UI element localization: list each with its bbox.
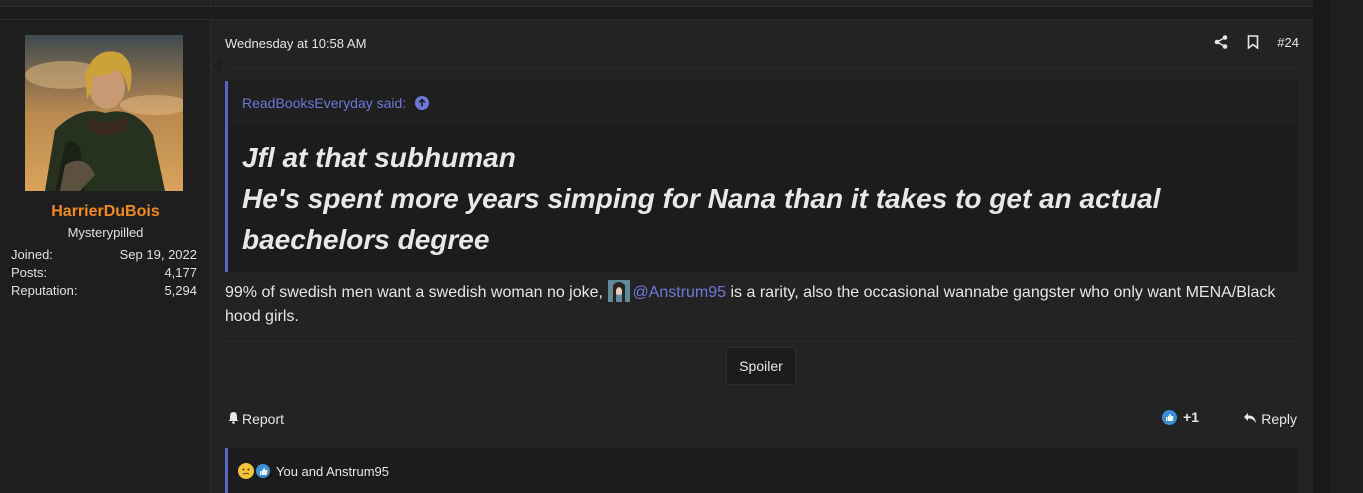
report-label: Report — [242, 411, 285, 427]
reply-label: Reply — [1261, 411, 1297, 427]
reaction-summary[interactable]: +1 — [1162, 409, 1199, 425]
post-main: Wednesday at 10:58 AM #24 ReadBooksEvery… — [225, 20, 1299, 493]
page-margin — [1329, 0, 1363, 493]
quote-line: Jfl at that subhuman — [242, 142, 516, 173]
post-body: 99% of swedish men want a swedish woman … — [225, 280, 1299, 329]
post-actions: #24 — [1213, 34, 1299, 50]
quote-line: baechelors degree — [242, 224, 490, 255]
up-arrow-icon[interactable] — [415, 96, 430, 110]
report-button[interactable]: Report — [227, 411, 284, 427]
body-text-before: 99% of swedish men want a swedish woman … — [225, 284, 603, 301]
reply-icon — [1243, 411, 1257, 427]
user-stats: Joined: Sep 19, 2022 Posts: 4,177 Reputa… — [11, 246, 197, 300]
user-title: Mysterypilled — [67, 225, 144, 240]
user-mention[interactable]: @Anstrum95 — [632, 284, 726, 301]
stat-value: 5,294 — [164, 283, 197, 298]
reply-button[interactable]: Reply — [1243, 411, 1297, 427]
stat-value: Sep 19, 2022 — [119, 247, 197, 262]
stat-posts: Posts: 4,177 — [11, 264, 197, 282]
previous-post-bottom — [0, 0, 1313, 7]
quote-text: Jfl at that subhuman He's spent more yea… — [242, 137, 1292, 260]
stat-label: Joined: — [11, 247, 53, 262]
stat-joined: Joined: Sep 19, 2022 — [11, 246, 197, 264]
divider — [225, 67, 1299, 68]
post-date[interactable]: Wednesday at 10:58 AM — [225, 36, 366, 51]
forum-post: HarrierDuBois Mysterypilled Joined: Sep … — [0, 19, 1313, 493]
quote-author[interactable]: ReadBooksEveryday said: — [242, 95, 406, 111]
post-number[interactable]: #24 — [1277, 35, 1299, 50]
reactions-bar[interactable]: You and Anstrum95 — [225, 448, 1298, 493]
spoiler-button[interactable]: Spoiler — [726, 347, 796, 385]
username[interactable]: HarrierDuBois — [0, 203, 211, 221]
quote-header[interactable]: ReadBooksEveryday said: — [228, 81, 1298, 125]
quote-line: He's spent more years simping for Nana t… — [242, 183, 1161, 214]
stat-reputation: Reputation: 5,294 — [11, 282, 197, 300]
reaction-count: +1 — [1183, 409, 1199, 425]
share-icon[interactable] — [1213, 34, 1229, 50]
like-icon — [1162, 409, 1178, 425]
user-sidebar: HarrierDuBois Mysterypilled Joined: Sep … — [0, 20, 211, 493]
quote-block: ReadBooksEveryday said: Jfl at that subh… — [225, 81, 1298, 272]
scrollbar-gutter — [1313, 0, 1329, 493]
stat-value: 4,177 — [164, 265, 197, 280]
stat-label: Reputation: — [11, 283, 78, 298]
bell-icon — [227, 411, 240, 427]
mention-avatar[interactable] — [608, 280, 631, 302]
like-icon — [256, 464, 270, 478]
bookmark-icon[interactable] — [1245, 34, 1261, 50]
reactions-text[interactable]: You and Anstrum95 — [276, 464, 389, 479]
stat-label: Posts: — [11, 265, 48, 280]
divider — [225, 341, 1299, 342]
user-avatar[interactable] — [25, 35, 183, 191]
thinking-emoji-icon — [238, 463, 254, 479]
